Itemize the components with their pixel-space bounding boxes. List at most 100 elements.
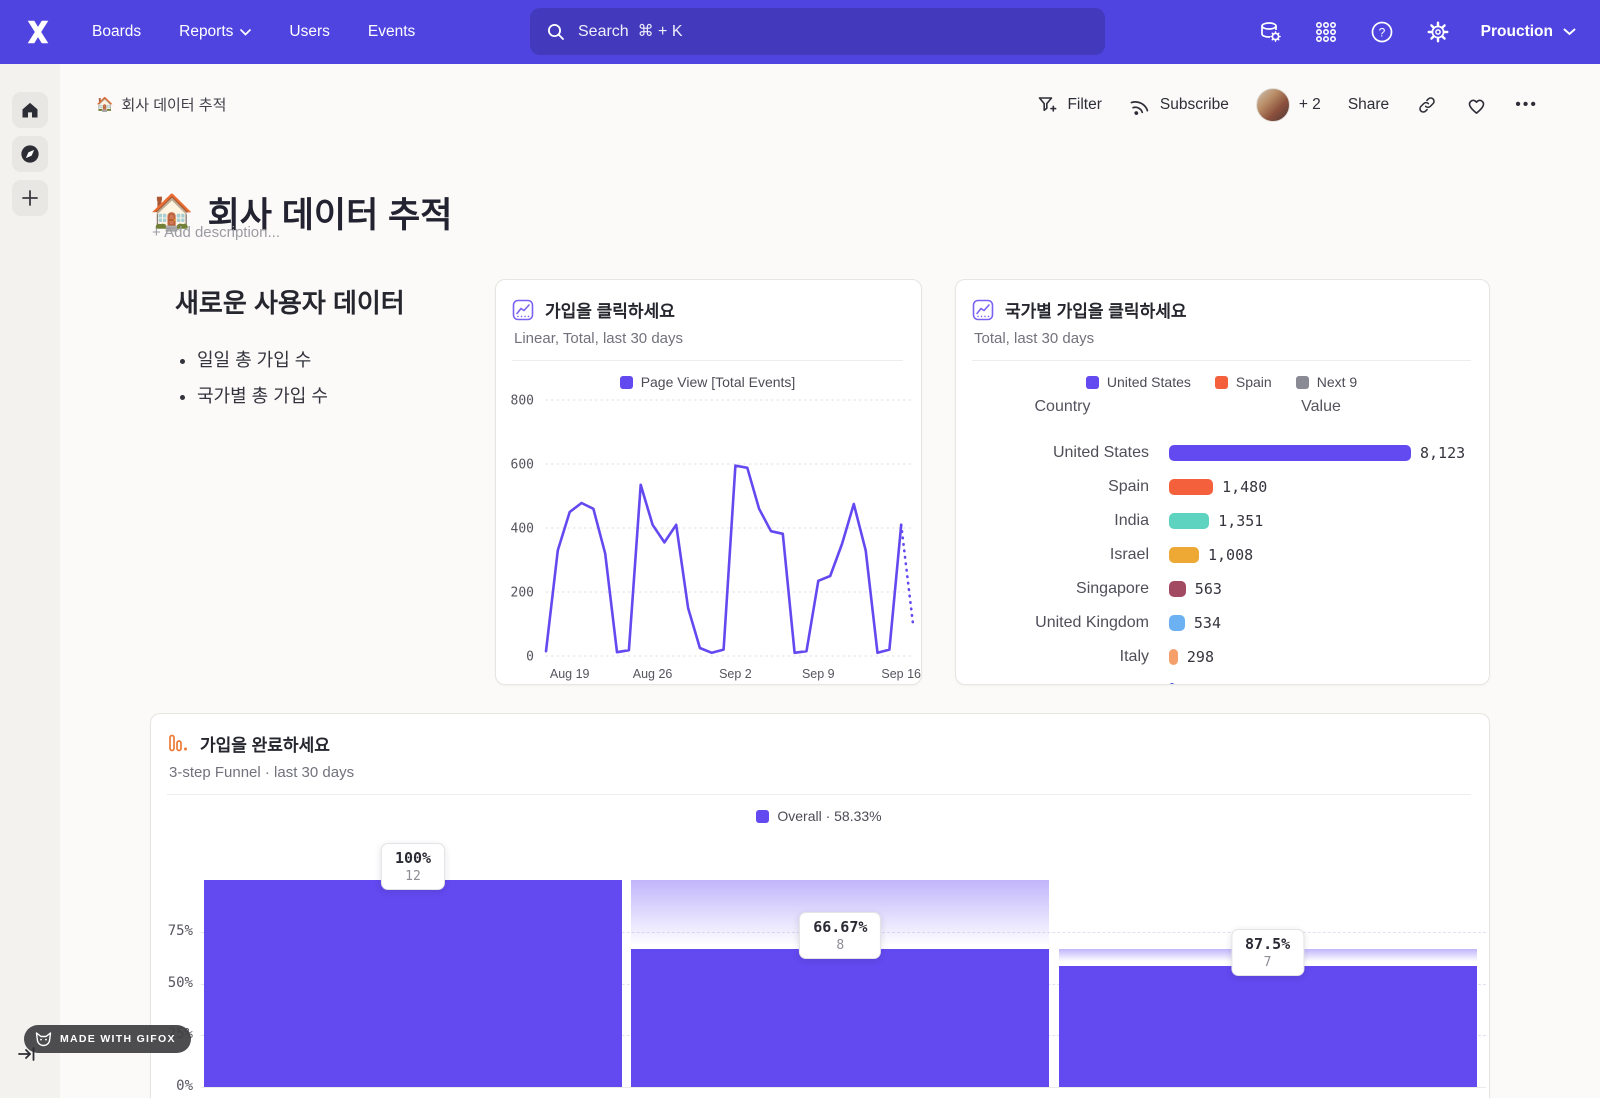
sidebar-discover-button[interactable]	[12, 136, 48, 172]
funnel-step-conversion: 87.5%	[1245, 935, 1290, 953]
data-management-icon[interactable]	[1257, 19, 1283, 45]
line-y-tick: 400	[511, 522, 534, 537]
main-nav: Boards Reports Users Events	[92, 23, 415, 41]
app-root: Boards Reports Users Events	[0, 0, 1600, 1098]
apps-grid-icon[interactable]	[1313, 19, 1339, 45]
nav-item-label: Reports	[179, 23, 233, 41]
collaborators-count: + 2	[1299, 96, 1321, 114]
nav-item-users[interactable]: Users	[289, 23, 329, 41]
funnel-y-tick: 50%	[157, 975, 193, 991]
breadcrumb-emoji: 🏠	[96, 96, 113, 113]
filter-button[interactable]: Filter	[1036, 94, 1101, 116]
country-row[interactable]: Spain1,480	[956, 470, 1490, 504]
link-icon	[1416, 94, 1438, 116]
search-input[interactable]	[576, 22, 1089, 42]
funnel-step-bar[interactable]	[631, 949, 1049, 1087]
left-sidebar	[0, 64, 60, 1098]
heart-icon	[1465, 94, 1488, 117]
funnel-step-count: 8	[813, 938, 867, 953]
country-row[interactable]: Italy298	[956, 640, 1490, 674]
country-row-bar	[1169, 649, 1178, 665]
project-switcher[interactable]: Prouction	[1481, 23, 1576, 41]
line-y-tick: 200	[511, 586, 534, 601]
line-card-header: 가입을 클릭하세요 Linear, Total, last 30 days Pa…	[496, 280, 921, 390]
search-bar[interactable]	[530, 8, 1105, 55]
text-widget: 새로운 사용자 데이터 일일 총 가입 수국가별 총 가입 수	[175, 283, 475, 418]
line-chart-plot[interactable]: 0200400600800Aug 19Aug 26Sep 2Sep 9Sep 1…	[496, 380, 922, 685]
mixpanel-logo-icon	[23, 17, 53, 47]
country-row-bar	[1169, 445, 1411, 461]
country-row-value: 8,123	[1420, 444, 1465, 462]
legend-label: Next 9	[1317, 374, 1357, 390]
subscribe-rss-icon	[1129, 94, 1151, 116]
line-series-path	[546, 466, 901, 653]
breadcrumb[interactable]: 🏠 회사 데이터 추적	[96, 94, 226, 115]
funnel-card[interactable]: 가입을 완료하세요 3-step Funnel · last 30 days O…	[150, 713, 1490, 1098]
help-icon[interactable]: ?	[1369, 19, 1395, 45]
sidebar-home-button[interactable]	[12, 92, 48, 128]
line-card-title: 가입을 클릭하세요	[545, 297, 675, 322]
country-row[interactable]	[956, 674, 1490, 685]
nav-item-events[interactable]: Events	[368, 23, 415, 41]
nav-item-reports[interactable]: Reports	[179, 23, 251, 41]
compass-icon	[19, 143, 41, 165]
favorite-button[interactable]	[1465, 94, 1488, 117]
country-row-bar	[1169, 547, 1199, 563]
legend-item[interactable]: Next 9	[1296, 374, 1357, 390]
legend-swatch	[1086, 376, 1099, 389]
country-row[interactable]: United Kingdom534	[956, 606, 1490, 640]
funnel-y-tick: 0%	[157, 1078, 193, 1094]
funnel-step-bar[interactable]	[204, 880, 622, 1087]
share-label: Share	[1348, 96, 1389, 114]
funnel-plot: 0%25%50%75%100%1266.67%887.5%7	[151, 714, 1490, 1098]
legend-swatch	[1296, 376, 1309, 389]
ellipsis-icon: •••	[1515, 96, 1538, 114]
breadcrumb-label: 회사 데이터 추적	[121, 94, 226, 115]
more-menu-button[interactable]: •••	[1515, 96, 1538, 114]
nav-item-label: Users	[289, 23, 329, 41]
funnel-baseline	[201, 1087, 1486, 1088]
country-bar-card[interactable]: 국가별 가입을 클릭하세요 Total, last 30 days United…	[955, 279, 1490, 685]
subscribe-button[interactable]: Subscribe	[1129, 94, 1229, 116]
add-description-button[interactable]: + Add description...	[152, 224, 280, 241]
home-icon	[20, 100, 40, 120]
country-row-value: 534	[1194, 614, 1221, 632]
country-row[interactable]: India1,351	[956, 504, 1490, 538]
line-incomplete-dashed	[901, 525, 913, 624]
line-card-subtitle: Linear, Total, last 30 days	[514, 330, 903, 347]
line-x-tick: Sep 2	[719, 667, 752, 681]
line-y-tick: 600	[511, 458, 534, 473]
line-chart-card[interactable]: 가입을 클릭하세요 Linear, Total, last 30 days Pa…	[495, 279, 922, 685]
text-widget-heading: 새로운 사용자 데이터	[175, 283, 475, 320]
country-row[interactable]: United States8,123	[956, 436, 1490, 470]
nav-item-boards[interactable]: Boards	[92, 23, 141, 41]
mixpanel-logo[interactable]	[18, 12, 58, 52]
collaborators[interactable]: + 2	[1256, 88, 1321, 122]
funnel-step-conversion: 66.67%	[813, 918, 867, 936]
sidebar-add-button[interactable]	[12, 180, 48, 216]
country-row[interactable]: Singapore563	[956, 572, 1490, 606]
country-chart-legend: United States Spain Next 9	[972, 374, 1471, 390]
svg-text:?: ?	[1378, 26, 1385, 40]
subscribe-label: Subscribe	[1160, 96, 1229, 114]
nav-item-label: Events	[368, 23, 415, 41]
country-row[interactable]: Israel1,008	[956, 538, 1490, 572]
copy-link-button[interactable]	[1416, 94, 1438, 116]
country-row-value: 1,351	[1218, 512, 1263, 530]
funnel-step-badge: 87.5% 7	[1231, 929, 1304, 976]
gifox-badge: MADE WITH GIFOX	[24, 1025, 191, 1053]
chevron-down-icon	[240, 29, 251, 36]
top-navbar: Boards Reports Users Events	[0, 0, 1600, 64]
legend-swatch	[1215, 376, 1228, 389]
line-y-tick: 800	[511, 394, 534, 409]
expand-sidebar-button[interactable]	[18, 1046, 36, 1062]
share-button[interactable]: Share	[1348, 96, 1389, 114]
funnel-step-count: 7	[1245, 955, 1290, 970]
legend-item[interactable]: United States	[1086, 374, 1191, 390]
legend-item[interactable]: Spain	[1215, 374, 1272, 390]
settings-gear-icon[interactable]	[1425, 19, 1451, 45]
legend-label: United States	[1107, 374, 1191, 390]
column-country: Country	[956, 398, 1169, 416]
country-row-value: 1,008	[1208, 546, 1253, 564]
funnel-step-bar[interactable]	[1059, 966, 1477, 1087]
